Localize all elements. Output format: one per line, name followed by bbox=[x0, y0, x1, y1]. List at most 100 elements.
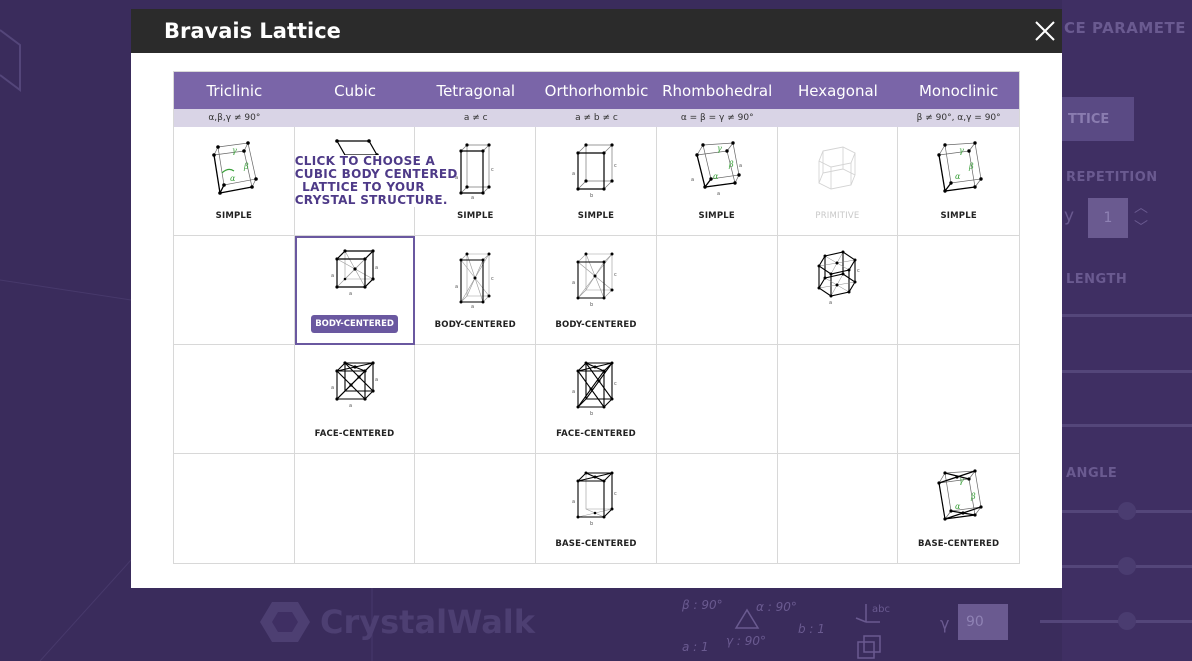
cell-label: FACE-CENTERED bbox=[556, 429, 636, 439]
crystalwalk-logo: CrystalWalk bbox=[258, 600, 535, 644]
column-header-orthorhombic: Orthorhombic bbox=[544, 81, 649, 100]
angle-readout: β : 90° α : 90° b : 1 a : 1 γ : 90° bbox=[680, 596, 830, 656]
constraint-row: α,β,γ ≠ 90° a ≠ c a ≠ b ≠ c α = β = γ ≠ … bbox=[174, 109, 1019, 127]
svg-text:b: b bbox=[590, 193, 593, 199]
empty-cell bbox=[415, 345, 537, 454]
empty-cell bbox=[657, 454, 778, 563]
tetragonal-body-centered-lattice-icon: a c a bbox=[455, 252, 494, 310]
svg-text:c: c bbox=[857, 268, 860, 274]
svg-text:β: β bbox=[970, 492, 976, 501]
svg-text:γ: γ bbox=[232, 146, 237, 155]
slider-handle[interactable] bbox=[1118, 612, 1136, 630]
column-header-cubic: Cubic bbox=[334, 81, 377, 100]
svg-text:a: a bbox=[739, 163, 742, 169]
selected-lattice-badge: BODY-CENTERED bbox=[311, 315, 398, 333]
y-axis-label: y bbox=[1064, 206, 1075, 226]
close-button[interactable] bbox=[1027, 9, 1062, 53]
empty-cell bbox=[656, 236, 778, 345]
gamma-readout: γ : 90° bbox=[726, 634, 767, 648]
length-slider-b[interactable] bbox=[1062, 370, 1192, 373]
angle-slider-gamma[interactable] bbox=[1040, 620, 1192, 623]
cell-label: SIMPLE bbox=[698, 211, 735, 221]
svg-text:a: a bbox=[717, 191, 720, 197]
lattice-cubic-body-centered[interactable]: a a a BODY-CENTERED bbox=[294, 236, 416, 345]
svg-text:a: a bbox=[471, 195, 474, 201]
lattice-orthorhombic-simple[interactable]: a c b SIMPLE bbox=[536, 127, 657, 236]
orthorhombic-face-centered-lattice-icon: a c b bbox=[572, 361, 617, 417]
cell-label: SIMPLE bbox=[457, 211, 494, 221]
svg-text:a: a bbox=[572, 389, 575, 395]
panel-title: CE PARAMETE bbox=[1064, 19, 1187, 37]
svg-text:abc: abc bbox=[872, 604, 890, 615]
cubic-body-centered-hint: CLICK TO CHOOSE A CUBIC BODY CENTERED LA… bbox=[294, 155, 457, 207]
lattice-monoclinic-base-centered[interactable]: α β γ BASE-CENTERED bbox=[898, 454, 1019, 563]
length-slider-a[interactable] bbox=[1062, 314, 1192, 317]
cell-label: BASE-CENTERED bbox=[917, 538, 1000, 549]
svg-text:a: a bbox=[572, 171, 575, 177]
modal-title: Bravais Lattice bbox=[164, 19, 341, 43]
lattice-button[interactable]: TTICE bbox=[1062, 97, 1134, 141]
svg-text:a: a bbox=[572, 280, 575, 286]
lattice-cubic-face-centered[interactable]: a a a FACE-CENTERED bbox=[294, 345, 416, 454]
rhombohedral-simple-lattice-icon: α β γ a a a bbox=[691, 141, 742, 197]
length-slider-c[interactable] bbox=[1062, 424, 1192, 427]
lattice-rhombohedral-simple[interactable]: α β γ a a a SIMPLE bbox=[656, 127, 778, 236]
logo-text: CrystalWalk bbox=[320, 603, 536, 641]
axis-label-tool-icon[interactable]: abc bbox=[852, 596, 892, 660]
empty-cell bbox=[174, 236, 295, 345]
monoclinic-simple-lattice-icon: α β γ bbox=[936, 141, 983, 193]
constraint-tetragonal: a ≠ c bbox=[463, 113, 488, 123]
lattice-cubic-simple[interactable]: CLICK TO CHOOSE A CUBIC BODY CENTERED LA… bbox=[294, 127, 457, 236]
lattice-table: Triclinic Cubic Tetragonal Orthorhombic … bbox=[173, 71, 1020, 564]
constraint-orthorhombic: a ≠ b ≠ c bbox=[575, 113, 618, 123]
svg-text:a: a bbox=[829, 300, 832, 306]
cell-label: BODY-CENTERED bbox=[555, 320, 637, 330]
slider-handle[interactable] bbox=[1118, 557, 1136, 575]
chevron-down-icon[interactable]: ﹀ bbox=[1134, 218, 1148, 238]
lattice-orthorhombic-body-centered[interactable]: a c b BODY-CENTERED bbox=[536, 236, 657, 345]
monoclinic-base-centered-lattice-icon: α β γ bbox=[937, 468, 983, 521]
angle-slider-beta[interactable] bbox=[1040, 565, 1192, 568]
lattice-triclinic-simple[interactable]: α β γ SIMPLE bbox=[174, 127, 295, 236]
lattice-tetragonal-simple[interactable]: a c a SIMPLE bbox=[415, 127, 537, 236]
empty-cell bbox=[777, 345, 899, 454]
lattice-monoclinic-simple[interactable]: α β γ SIMPLE bbox=[898, 127, 1019, 236]
lattice-hexagonal-unit[interactable]: c a bbox=[777, 236, 899, 345]
svg-text:b: b bbox=[590, 411, 593, 417]
svg-text:c: c bbox=[614, 381, 617, 387]
repetition-stepper[interactable]: ︿ ﹀ bbox=[1134, 198, 1148, 238]
slider-handle[interactable] bbox=[1118, 502, 1136, 520]
gamma-input[interactable]: 90 bbox=[958, 604, 1008, 640]
empty-cell bbox=[656, 345, 778, 454]
column-header-monoclinic: Monoclinic bbox=[918, 81, 999, 100]
hexagonal-primitive-lattice-icon bbox=[818, 146, 856, 190]
svg-text:a: a bbox=[691, 177, 694, 183]
lattice-tetragonal-body-centered[interactable]: a c a BODY-CENTERED bbox=[415, 236, 537, 345]
y-repetition-input[interactable]: 1 bbox=[1088, 198, 1128, 238]
cell-label: BODY-CENTERED bbox=[434, 320, 516, 330]
alpha-readout: α : 90° bbox=[756, 600, 797, 614]
empty-cell bbox=[415, 454, 537, 563]
cell-label: PRIMITIVE bbox=[815, 211, 860, 221]
cell-label: SIMPLE bbox=[215, 211, 253, 221]
triclinic-simple-lattice-icon: α β γ bbox=[212, 141, 258, 195]
cell-label: BASE-CENTERED bbox=[555, 538, 637, 549]
svg-text:b: b bbox=[590, 521, 593, 527]
chevron-up-icon[interactable]: ︿ bbox=[1134, 198, 1148, 218]
column-header-tetragonal: Tetragonal bbox=[436, 81, 516, 100]
empty-cell bbox=[898, 345, 1019, 454]
cell-label: SIMPLE bbox=[577, 211, 615, 221]
column-header-rhombohedral: Rhombohedral bbox=[662, 81, 773, 100]
modal-header: Bravais Lattice bbox=[131, 9, 1062, 53]
svg-text:c: c bbox=[614, 163, 617, 169]
orthorhombic-base-centered-lattice-icon: a c b bbox=[572, 471, 617, 527]
close-icon[interactable] bbox=[1034, 20, 1056, 42]
lattice-grid: α β γ SIMPLE CLICK TO CHOOSE A CUBIC BOD… bbox=[174, 127, 1019, 563]
svg-text:a: a bbox=[331, 385, 334, 391]
svg-text:a: a bbox=[375, 377, 378, 383]
bravais-lattice-modal: Bravais Lattice Triclinic Cubic Tetragon… bbox=[131, 9, 1062, 588]
svg-text:a: a bbox=[471, 304, 474, 310]
lattice-orthorhombic-base-centered[interactable]: a c b BASE-CENTERED bbox=[536, 454, 657, 563]
empty-cell bbox=[778, 454, 899, 563]
lattice-orthorhombic-face-centered[interactable]: a c b FACE-CENTERED bbox=[536, 345, 657, 454]
